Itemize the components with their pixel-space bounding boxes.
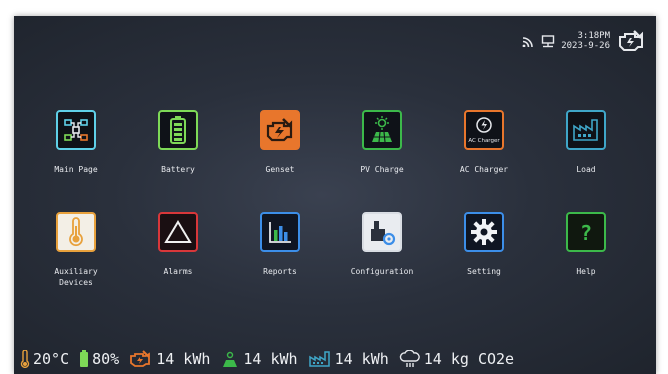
battery-value: 80%	[92, 350, 120, 368]
menu-label: Alarms	[163, 267, 193, 276]
menu-label: Main Page	[54, 165, 98, 174]
menu-label: Reports	[263, 267, 297, 276]
thermometer-icon	[20, 350, 30, 368]
bottom-status-bar: 20°C 80% 14 kWh 14 kWh 14 kWh 14 kg CO2e	[14, 344, 662, 374]
menu-label: AC Charger	[459, 165, 509, 174]
alarm-icon	[158, 212, 198, 252]
menu-label: Help	[576, 267, 596, 276]
clock-time: 3:18PM	[577, 31, 610, 41]
menu-label: Configuration	[350, 267, 414, 276]
co2-cloud-icon	[399, 350, 420, 367]
menu-label: Setting	[467, 267, 501, 276]
wifi-icon	[522, 37, 534, 47]
clock-date: 2023-9-26	[561, 41, 610, 51]
status-header: 3:18PM 2023-9-26	[521, 24, 646, 58]
menu-label: Auxiliary Devices	[54, 267, 98, 287]
battery-stat: 80%	[79, 350, 119, 368]
load-energy-stat: 14 kWh	[308, 350, 389, 368]
pv-energy-value: 14 kWh	[243, 350, 298, 368]
datetime: 3:18PM 2023-9-26	[561, 31, 610, 51]
battery-icon	[158, 110, 198, 150]
temperature-stat: 20°C	[20, 350, 69, 368]
load-icon	[308, 351, 330, 367]
load-energy-value: 14 kWh	[334, 350, 389, 368]
ac-charger-icon: AC Charger	[464, 110, 504, 150]
pv-energy-stat: 14 kWh	[220, 350, 298, 368]
battery-icon	[80, 350, 89, 367]
device-screen: 3:18PM 2023-9-26 Main Page Battery Gense…	[14, 16, 656, 374]
menu-load[interactable]: Load	[526, 110, 646, 175]
pv-icon	[223, 351, 238, 367]
load-icon	[566, 110, 606, 150]
genset-energy-stat: 14 kWh	[129, 350, 210, 368]
menu-label: Battery	[161, 165, 195, 174]
co2-value: 14 kg CO2e	[423, 350, 515, 368]
genset-icon	[130, 350, 151, 367]
setting-icon	[464, 212, 504, 252]
reports-icon	[260, 212, 300, 252]
ac-charger-inner-label: AC Charger	[468, 138, 500, 144]
menu-label: Load	[576, 165, 596, 174]
help-icon: ?	[566, 212, 606, 252]
menu-help[interactable]: ? Help	[526, 212, 646, 277]
configuration-icon	[362, 212, 402, 252]
menu-label: PV Charge	[360, 165, 404, 174]
genset-status-icon	[619, 30, 643, 51]
pv-charge-icon	[362, 110, 402, 150]
genset-icon	[260, 110, 300, 150]
svg-text:?: ?	[580, 221, 592, 245]
genset-energy-value: 14 kWh	[156, 350, 211, 368]
menu-label: Genset	[265, 165, 295, 174]
temperature-value: 20°C	[33, 350, 70, 368]
co2-stat: 14 kg CO2e	[399, 350, 514, 368]
thermometer-icon	[56, 212, 96, 252]
network-icon	[542, 34, 555, 47]
main-page-icon	[56, 110, 96, 150]
